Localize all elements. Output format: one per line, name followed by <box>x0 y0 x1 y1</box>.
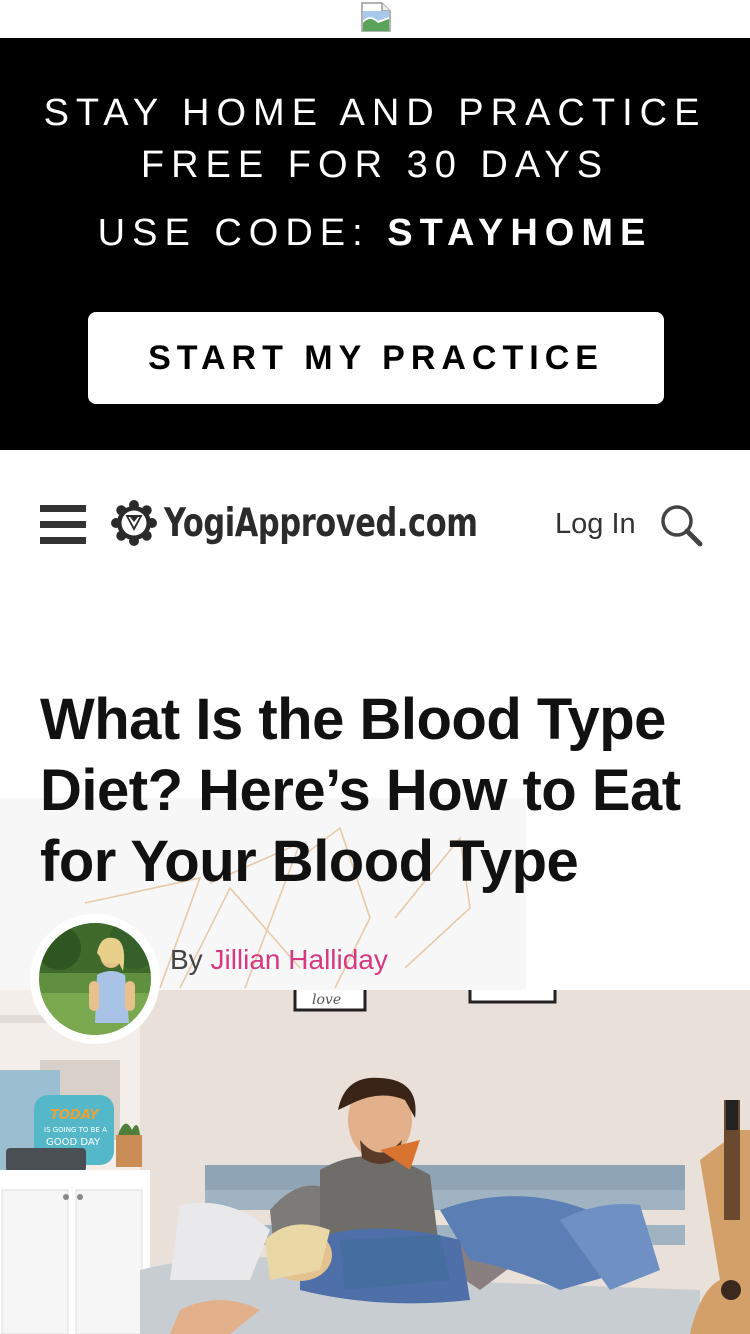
svg-text:IS GOING TO BE A: IS GOING TO BE A <box>44 1126 107 1134</box>
promo-headline-line1: STAY HOME AND PRACTICE <box>43 92 707 134</box>
login-link[interactable]: Log In <box>555 508 636 541</box>
yogi-logo-icon <box>111 500 157 546</box>
svg-text:love: love <box>312 992 341 1008</box>
byline-prefix: By <box>170 944 211 975</box>
logo-text: YogiApproved.com <box>164 500 478 546</box>
author-photo <box>39 923 151 1035</box>
svg-text:GOOD DAY: GOOD DAY <box>46 1137 101 1148</box>
search-icon[interactable] <box>658 502 704 548</box>
svg-text:TODAY: TODAY <box>50 1108 100 1123</box>
promo-banner: STAY HOME AND PRACTICE FREE FOR 30 DAYS … <box>0 38 750 450</box>
promo-code: STAYHOME <box>387 212 653 254</box>
promo-code-line: USE CODE: STAYHOME <box>0 214 750 252</box>
byline: By Jillian Halliday <box>170 944 388 976</box>
site-header: YogiApproved.com Log In <box>0 450 750 600</box>
article-title: What Is the Blood Type Diet? Here’s How … <box>40 687 681 894</box>
promo-headline-line2: FREE FOR 30 DAYS <box>140 144 610 186</box>
promo-code-prefix: USE CODE: <box>97 212 388 254</box>
start-practice-button[interactable]: START MY PRACTICE <box>88 312 664 404</box>
top-strip <box>0 0 750 38</box>
author-link[interactable]: Jillian Halliday <box>210 944 387 975</box>
menu-icon[interactable] <box>40 505 86 545</box>
author-avatar[interactable] <box>30 914 160 1044</box>
site-logo[interactable]: YogiApproved.com <box>110 498 566 548</box>
broken-image-icon <box>361 2 391 32</box>
